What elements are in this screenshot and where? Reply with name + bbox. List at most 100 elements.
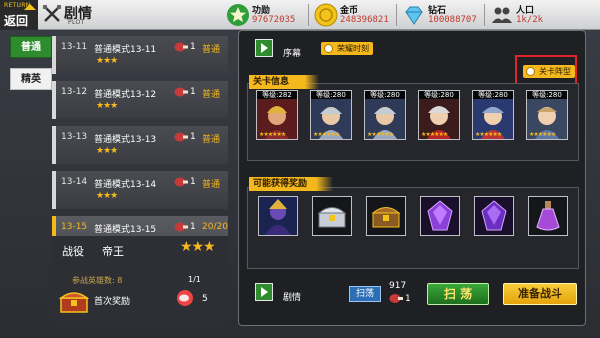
lineup-label: 关卡阵型	[539, 67, 571, 76]
purple-gem-icon	[475, 197, 513, 235]
play-prologue-icon[interactable]	[255, 39, 273, 57]
gold-chest-icon	[367, 197, 405, 235]
coin-icon	[314, 3, 338, 27]
resource-diamond: 钻石 100088707	[402, 2, 484, 28]
honor-moment-button[interactable]: 荣耀时刻	[321, 42, 373, 55]
stage-stars: ★★★	[96, 146, 118, 156]
merit-value: 97672035	[252, 15, 296, 25]
enemy-stars: ★★★★★★	[529, 131, 556, 138]
battle-stars: ★★★	[180, 239, 216, 255]
stage-mode: 普通	[202, 45, 221, 55]
enemy-stars: ★★★★★★	[421, 131, 448, 138]
stage-number: 13-11	[61, 42, 88, 52]
stage-row[interactable]: 13-14 普通模式13-14 ★★★ 1 普通	[52, 171, 228, 209]
reward-gem[interactable]	[474, 196, 514, 236]
stage-stars: ★★★	[96, 191, 118, 201]
stage-info-header: 关卡信息	[249, 75, 319, 89]
divider	[396, 4, 397, 26]
battle-info-panel: 战役 帝王 ★★★ 参战英雄数: 8 1/1 首次奖励 5	[52, 236, 228, 322]
enemy-stars: ★★★★★★	[367, 131, 394, 138]
stage-cost: 1	[190, 87, 196, 97]
lineup-icon	[526, 67, 535, 76]
first-reward-label: 首次奖励	[94, 297, 131, 307]
page-subtitle: PLOT	[68, 19, 85, 26]
diamond-icon	[405, 6, 423, 25]
stage-attempts: 20/20	[202, 222, 228, 232]
enemy-portrait[interactable]: 等级:280 ★★★★★★	[364, 90, 406, 140]
stage-cost: 1	[190, 42, 196, 52]
reward-gold-chest[interactable]	[366, 196, 406, 236]
stage-row[interactable]: 13-11 普通模式13-11 ★★★ 1 普通	[52, 36, 228, 74]
stage-stars: ★★★	[96, 56, 118, 66]
top-bar: RETURN 返回 剧情 PLOT 功勋 97672035 金币 2483968…	[0, 0, 600, 30]
enemy-portrait[interactable]: 等级:280 ★★★★★★	[418, 90, 460, 140]
stage-detail-panel: 序幕 荣耀时刻 关卡阵型 等级:282 ★★★★★★ 等级:280 ★★★★★★…	[238, 30, 586, 326]
stage-row[interactable]: 13-13 普通模式13-13 ★★★ 1 普通	[52, 126, 228, 164]
reward-potion[interactable]	[528, 196, 568, 236]
stage-mode: 普通	[202, 180, 221, 190]
enemy-portrait[interactable]: 等级:280 ★★★★★★	[526, 90, 568, 140]
play-story-icon[interactable]	[255, 283, 273, 301]
reward-gem[interactable]	[420, 196, 460, 236]
sweep-multi-button[interactable]: 扫荡	[349, 286, 381, 302]
enemy-portrait[interactable]: 等级:282 ★★★★★★	[256, 90, 298, 140]
stage-list: 13-11 普通模式13-11 ★★★ 1 普通 13-12 普通模式13-12…	[52, 36, 228, 261]
stage-row[interactable]: 13-12 普通模式13-12 ★★★ 1 普通	[52, 81, 228, 119]
story-label: 剧情	[283, 293, 302, 303]
battle-label: 战役	[62, 245, 84, 258]
stage-cost: 1	[190, 177, 196, 187]
tab-normal[interactable]: 普通	[10, 36, 52, 58]
stage-mode: 普通	[202, 135, 221, 145]
hero-portrait-icon	[259, 197, 297, 235]
gold-value: 248396821	[340, 15, 389, 25]
population-value: 1k/2k	[516, 15, 544, 25]
meat-icon	[174, 87, 188, 97]
divider	[484, 4, 485, 26]
prepare-battle-button[interactable]: 准备战斗	[503, 283, 577, 305]
stage-lineup-button[interactable]: 关卡阵型	[523, 65, 575, 78]
sweep-button[interactable]: 扫 荡	[427, 283, 489, 305]
divider	[308, 4, 309, 26]
enemy-stars: ★★★★★★	[313, 131, 340, 138]
return-cn-label: 返回	[4, 14, 29, 28]
meat-icon	[174, 177, 188, 187]
honor-icon	[324, 44, 333, 53]
enemy-portrait[interactable]: 等级:280 ★★★★★★	[310, 90, 352, 140]
meat-icon	[389, 294, 403, 303]
stage-number: 13-14	[61, 177, 88, 187]
possible-rewards-header: 可能获得奖励	[249, 177, 333, 191]
meat-icon	[177, 290, 193, 306]
crossed-swords-icon	[43, 5, 61, 22]
reward-hero[interactable]	[258, 196, 298, 236]
hero-count: 参战英雄数: 8	[72, 276, 123, 285]
return-button[interactable]: RETURN 返回	[0, 0, 38, 30]
prologue-label: 序幕	[283, 49, 302, 59]
diamond-value: 100088707	[428, 15, 477, 25]
people-icon	[492, 7, 512, 23]
stage-name: 普通模式13-15	[94, 225, 157, 235]
stage-name: 普通模式13-14	[94, 180, 157, 190]
reward-ratio: 1/1	[188, 275, 201, 284]
first-reward-count: 5	[202, 294, 208, 304]
enemy-stars: ★★★★★★	[475, 131, 502, 138]
resource-merit: 功勋 97672035	[226, 2, 308, 28]
reward-silver-chest[interactable]	[312, 196, 352, 236]
treasure-chest-icon	[58, 292, 90, 313]
stage-number: 13-13	[61, 132, 88, 142]
meat-icon	[174, 42, 188, 52]
resource-gold: 金币 248396821	[314, 2, 396, 28]
sweep-count: 917	[389, 281, 407, 291]
return-en-label: RETURN	[4, 2, 31, 9]
stage-name: 普通模式13-13	[94, 135, 157, 145]
tab-elite[interactable]: 精英	[10, 68, 52, 90]
potion-icon	[529, 197, 567, 235]
stage-mode: 普通	[202, 90, 221, 100]
stage-number: 13-12	[61, 87, 88, 97]
boss-name: 帝王	[102, 245, 124, 258]
honor-label: 荣耀时刻	[337, 44, 369, 53]
stage-info-box: 等级:282 ★★★★★★ 等级:280 ★★★★★★ 等级:280 ★★★★★…	[247, 83, 579, 161]
sweep-cost: 1	[405, 294, 411, 304]
star-icon	[227, 4, 249, 26]
enemy-portrait[interactable]: 等级:280 ★★★★★★	[472, 90, 514, 140]
rewards-box	[247, 187, 579, 269]
